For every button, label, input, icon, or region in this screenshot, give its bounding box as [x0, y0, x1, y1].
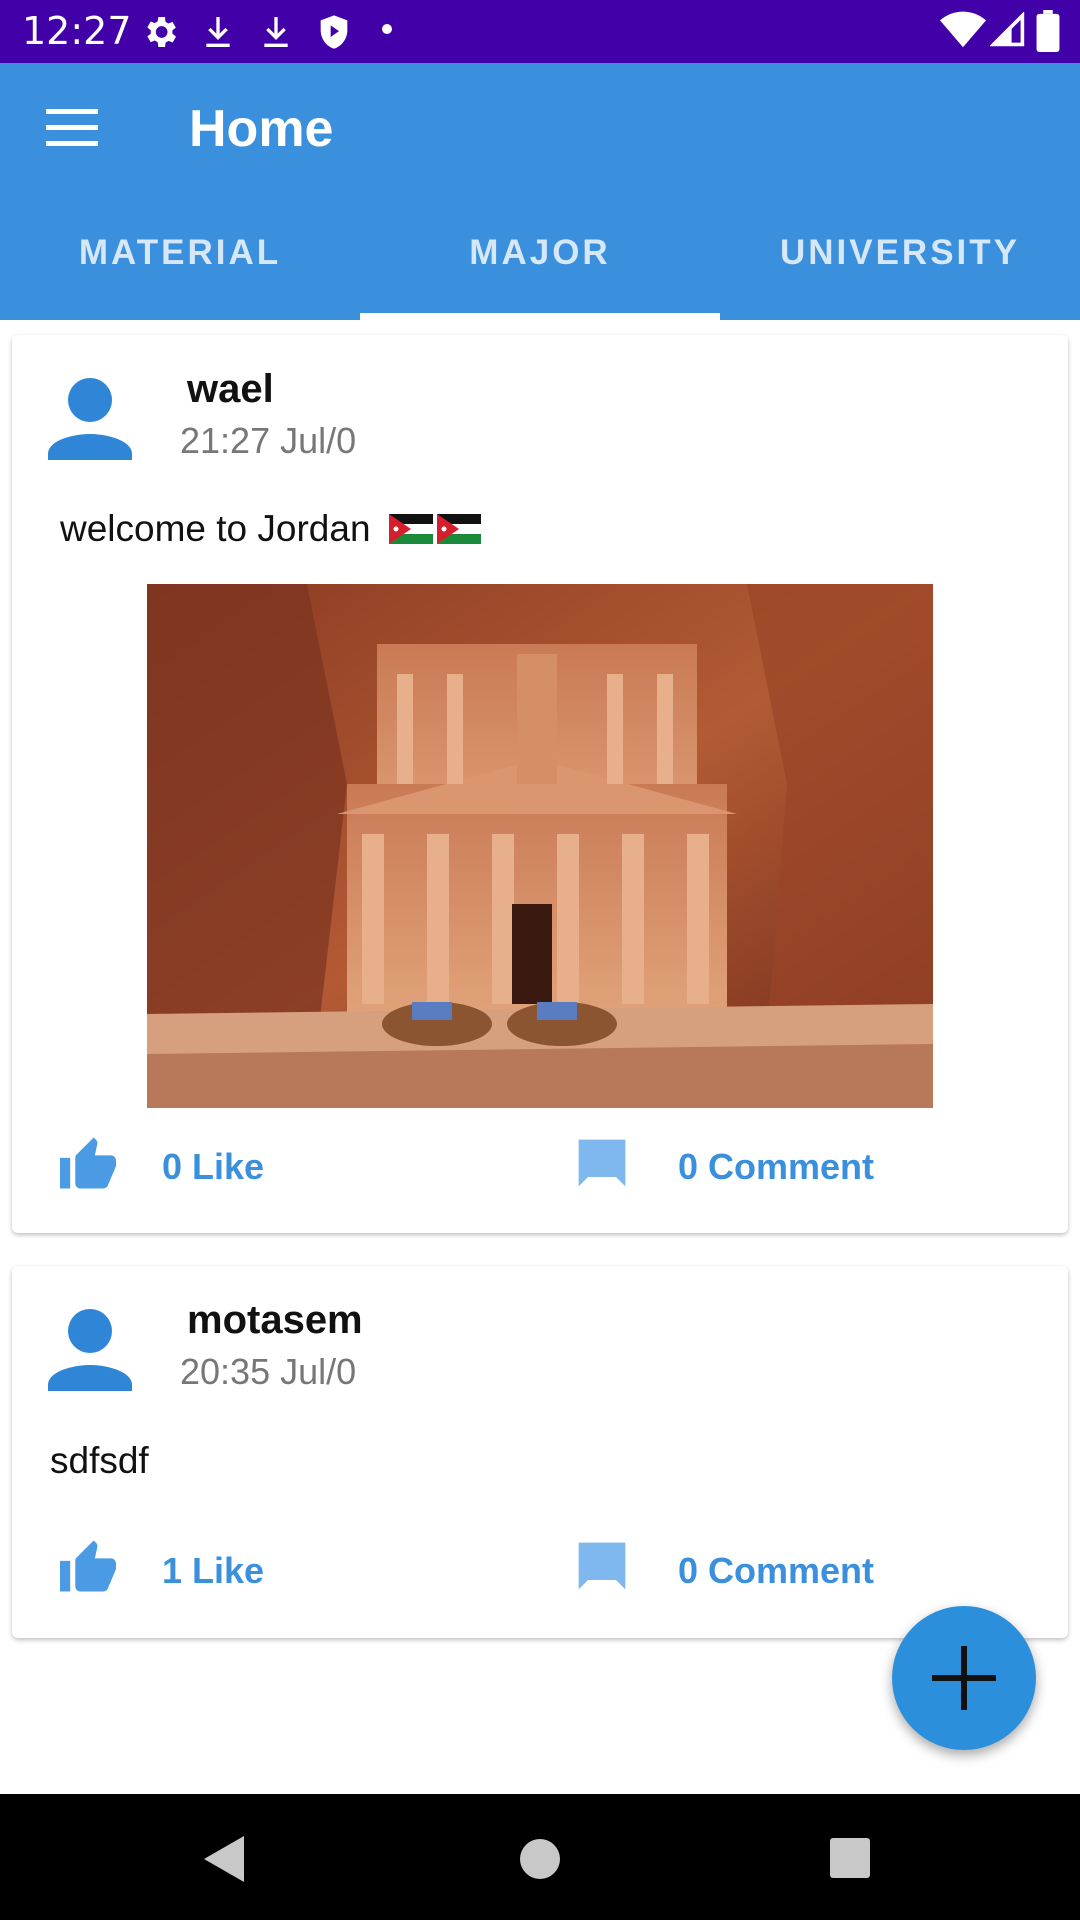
- recents-icon[interactable]: [828, 1836, 872, 1880]
- flag-jordan-icon: [436, 514, 481, 544]
- settings-icon: [147, 17, 176, 47]
- tab-indicator: [360, 313, 720, 320]
- post-text: sdfsdf: [50, 1440, 149, 1481]
- avatar-icon[interactable]: [45, 370, 135, 460]
- download-icon: [264, 17, 288, 47]
- tab-major[interactable]: MAJOR: [360, 233, 720, 273]
- system-nav-bar: [0, 1794, 1080, 1920]
- post-text-content: welcome to Jordan: [60, 508, 371, 549]
- hamburger-menu-icon[interactable]: [46, 109, 98, 147]
- comment-icon[interactable]: [574, 1538, 630, 1594]
- comment-button[interactable]: 0 Comment: [678, 1550, 874, 1592]
- wifi-icon: [940, 11, 986, 48]
- add-post-button[interactable]: [892, 1606, 1036, 1750]
- status-bar: 12:27: [0, 0, 1080, 63]
- flag-jordan-icon: [388, 514, 433, 544]
- post-time: 21:27 Jul/0: [180, 420, 357, 461]
- post-time: 20:35 Jul/0: [180, 1351, 357, 1392]
- post-username[interactable]: motasem: [187, 1298, 363, 1343]
- plus-icon: [932, 1646, 996, 1710]
- like-icon[interactable]: [57, 1135, 119, 1191]
- tab-material[interactable]: MATERIAL: [0, 233, 360, 273]
- home-icon[interactable]: [516, 1835, 564, 1883]
- tab-university[interactable]: UNIVERSITY: [720, 233, 1080, 273]
- like-button[interactable]: 1 Like: [162, 1550, 264, 1592]
- post-image[interactable]: [147, 584, 933, 1108]
- battery-icon: [1036, 10, 1060, 52]
- page-title: Home: [189, 100, 334, 158]
- post-card: motasem 20:35 Jul/0 sdfsdf 1 Like 0 Comm…: [12, 1266, 1068, 1638]
- post-text: welcome to Jordan: [60, 508, 481, 550]
- cellular-icon: [990, 12, 1025, 47]
- like-button[interactable]: 0 Like: [162, 1146, 264, 1188]
- comment-icon[interactable]: [574, 1135, 630, 1191]
- comment-button[interactable]: 0 Comment: [678, 1146, 874, 1188]
- download-icon: [206, 17, 230, 47]
- shield-icon: [320, 15, 348, 49]
- post-card: wael 21:27 Jul/0 welcome to Jordan 0 Lik…: [12, 335, 1068, 1233]
- dot-icon: [382, 24, 392, 34]
- back-icon[interactable]: [200, 1834, 248, 1884]
- like-icon[interactable]: [57, 1538, 119, 1594]
- app-bar: Home MATERIAL MAJOR UNIVERSITY: [0, 63, 1080, 320]
- status-time: 12:27: [22, 9, 132, 53]
- avatar-icon[interactable]: [45, 1301, 135, 1391]
- post-username[interactable]: wael: [187, 367, 274, 412]
